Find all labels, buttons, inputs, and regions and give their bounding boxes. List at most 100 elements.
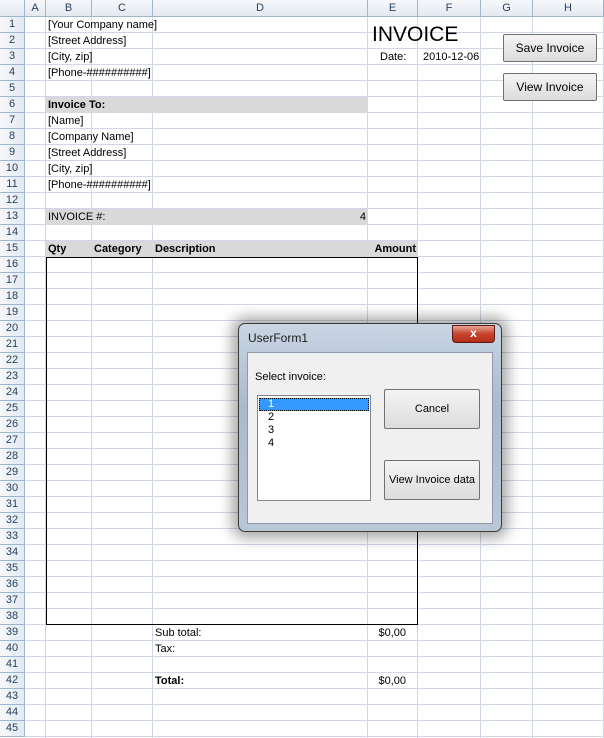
row-header[interactable]: 1	[0, 17, 25, 33]
dialog-body: Select invoice: 1234 Cancel View Invoice…	[247, 352, 493, 524]
invoice-number-label[interactable]: INVOICE #:	[46, 209, 105, 225]
column-header[interactable]: H	[533, 0, 604, 17]
invoice-listbox[interactable]: 1234	[257, 395, 371, 501]
row-header[interactable]: 28	[0, 449, 25, 465]
view-invoice-button[interactable]: View Invoice	[503, 73, 597, 101]
row-header[interactable]: 8	[0, 129, 25, 145]
row-header[interactable]: 14	[0, 225, 25, 241]
row-header[interactable]: 45	[0, 721, 25, 737]
userform-dialog: UserForm1 x Select invoice: 1234 Cancel …	[238, 323, 502, 532]
row-header[interactable]: 44	[0, 705, 25, 721]
grid-hline	[25, 736, 604, 737]
row-header[interactable]: 9	[0, 145, 25, 161]
company-city[interactable]: [City, zip]	[46, 49, 92, 65]
bill-to-name[interactable]: [Name]	[46, 113, 83, 129]
grid-hline	[25, 720, 604, 721]
bill-to-company[interactable]: [Company Name]	[46, 129, 134, 145]
date-label[interactable]: Date:	[378, 49, 406, 65]
bill-to-city[interactable]: [City, zip]	[46, 161, 92, 177]
row-header[interactable]: 4	[0, 65, 25, 81]
grid-hline	[25, 656, 604, 657]
view-invoice-data-button[interactable]: View Invoice data	[384, 460, 480, 500]
column-header[interactable]: G	[481, 0, 533, 17]
row-header[interactable]: 29	[0, 465, 25, 481]
row-header[interactable]: 40	[0, 641, 25, 657]
row-header[interactable]: 7	[0, 113, 25, 129]
list-item[interactable]: 1	[259, 398, 369, 411]
close-button[interactable]: x	[452, 325, 495, 343]
row-header[interactable]: 19	[0, 305, 25, 321]
row-header[interactable]: 6	[0, 97, 25, 113]
row-header[interactable]: 37	[0, 593, 25, 609]
invoice-title[interactable]: INVOICE	[372, 22, 458, 48]
select-invoice-label: Select invoice:	[255, 371, 326, 383]
invoice-number-value[interactable]: 4	[330, 209, 368, 225]
row-header[interactable]: 13	[0, 209, 25, 225]
grid-hline	[25, 640, 604, 641]
row-header[interactable]: 3	[0, 49, 25, 65]
company-street[interactable]: [Street Address]	[46, 33, 126, 49]
column-header[interactable]: E	[368, 0, 418, 17]
bill-to-street[interactable]: [Street Address]	[46, 145, 126, 161]
row-header[interactable]: 30	[0, 481, 25, 497]
row-header[interactable]: 11	[0, 177, 25, 193]
row-header[interactable]: 24	[0, 385, 25, 401]
column-header[interactable]: A	[25, 0, 46, 17]
row-header[interactable]: 10	[0, 161, 25, 177]
column-header[interactable]: B	[46, 0, 92, 17]
row-header[interactable]: 34	[0, 545, 25, 561]
row-header[interactable]: 21	[0, 337, 25, 353]
row-header[interactable]: 32	[0, 513, 25, 529]
tax-label[interactable]: Tax:	[153, 641, 175, 657]
column-header[interactable]: D	[153, 0, 368, 17]
grid-hline	[25, 688, 604, 689]
row-header[interactable]: 38	[0, 609, 25, 625]
column-header[interactable]: C	[92, 0, 153, 17]
row-header[interactable]: 2	[0, 33, 25, 49]
bill-to-phone[interactable]: [Phone-##########]	[46, 177, 151, 193]
cancel-button[interactable]: Cancel	[384, 389, 480, 429]
row-header[interactable]: 26	[0, 417, 25, 433]
row-header[interactable]: 22	[0, 353, 25, 369]
select-all-corner[interactable]	[0, 0, 25, 17]
row-header[interactable]: 15	[0, 241, 25, 257]
list-item[interactable]: 2	[259, 411, 369, 424]
row-header[interactable]: 25	[0, 401, 25, 417]
company-name[interactable]: [Your Company name]	[46, 17, 157, 33]
grid-vline	[532, 17, 533, 738]
total-label[interactable]: Total:	[153, 673, 184, 689]
save-invoice-button[interactable]: Save Invoice	[503, 34, 597, 62]
total-value[interactable]: $0,00	[368, 673, 408, 689]
row-header[interactable]: 33	[0, 529, 25, 545]
grid-hline	[25, 704, 604, 705]
header-amount[interactable]: Amount	[368, 241, 418, 257]
row-header[interactable]: 27	[0, 433, 25, 449]
grid-hline	[25, 672, 604, 673]
list-item[interactable]: 3	[259, 424, 369, 437]
dialog-title: UserForm1	[248, 331, 309, 345]
header-category[interactable]: Category	[92, 241, 142, 257]
row-header[interactable]: 42	[0, 673, 25, 689]
row-header[interactable]: 12	[0, 193, 25, 209]
row-header[interactable]: 17	[0, 273, 25, 289]
header-qty[interactable]: Qty	[46, 241, 66, 257]
row-header[interactable]: 16	[0, 257, 25, 273]
row-header[interactable]: 41	[0, 657, 25, 673]
date-value[interactable]: 2010-12-06	[421, 49, 479, 65]
row-header[interactable]: 20	[0, 321, 25, 337]
row-header[interactable]: 43	[0, 689, 25, 705]
subtotal-label[interactable]: Sub total:	[153, 625, 201, 641]
invoice-to-label[interactable]: Invoice To:	[46, 97, 105, 113]
row-header[interactable]: 23	[0, 369, 25, 385]
list-item[interactable]: 4	[259, 437, 369, 450]
row-header[interactable]: 39	[0, 625, 25, 641]
company-phone[interactable]: [Phone-##########]	[46, 65, 151, 81]
row-header[interactable]: 31	[0, 497, 25, 513]
column-header[interactable]: F	[418, 0, 481, 17]
row-header[interactable]: 35	[0, 561, 25, 577]
subtotal-value[interactable]: $0,00	[368, 625, 408, 641]
header-description[interactable]: Description	[153, 241, 216, 257]
row-header[interactable]: 18	[0, 289, 25, 305]
row-header[interactable]: 5	[0, 81, 25, 97]
row-header[interactable]: 36	[0, 577, 25, 593]
